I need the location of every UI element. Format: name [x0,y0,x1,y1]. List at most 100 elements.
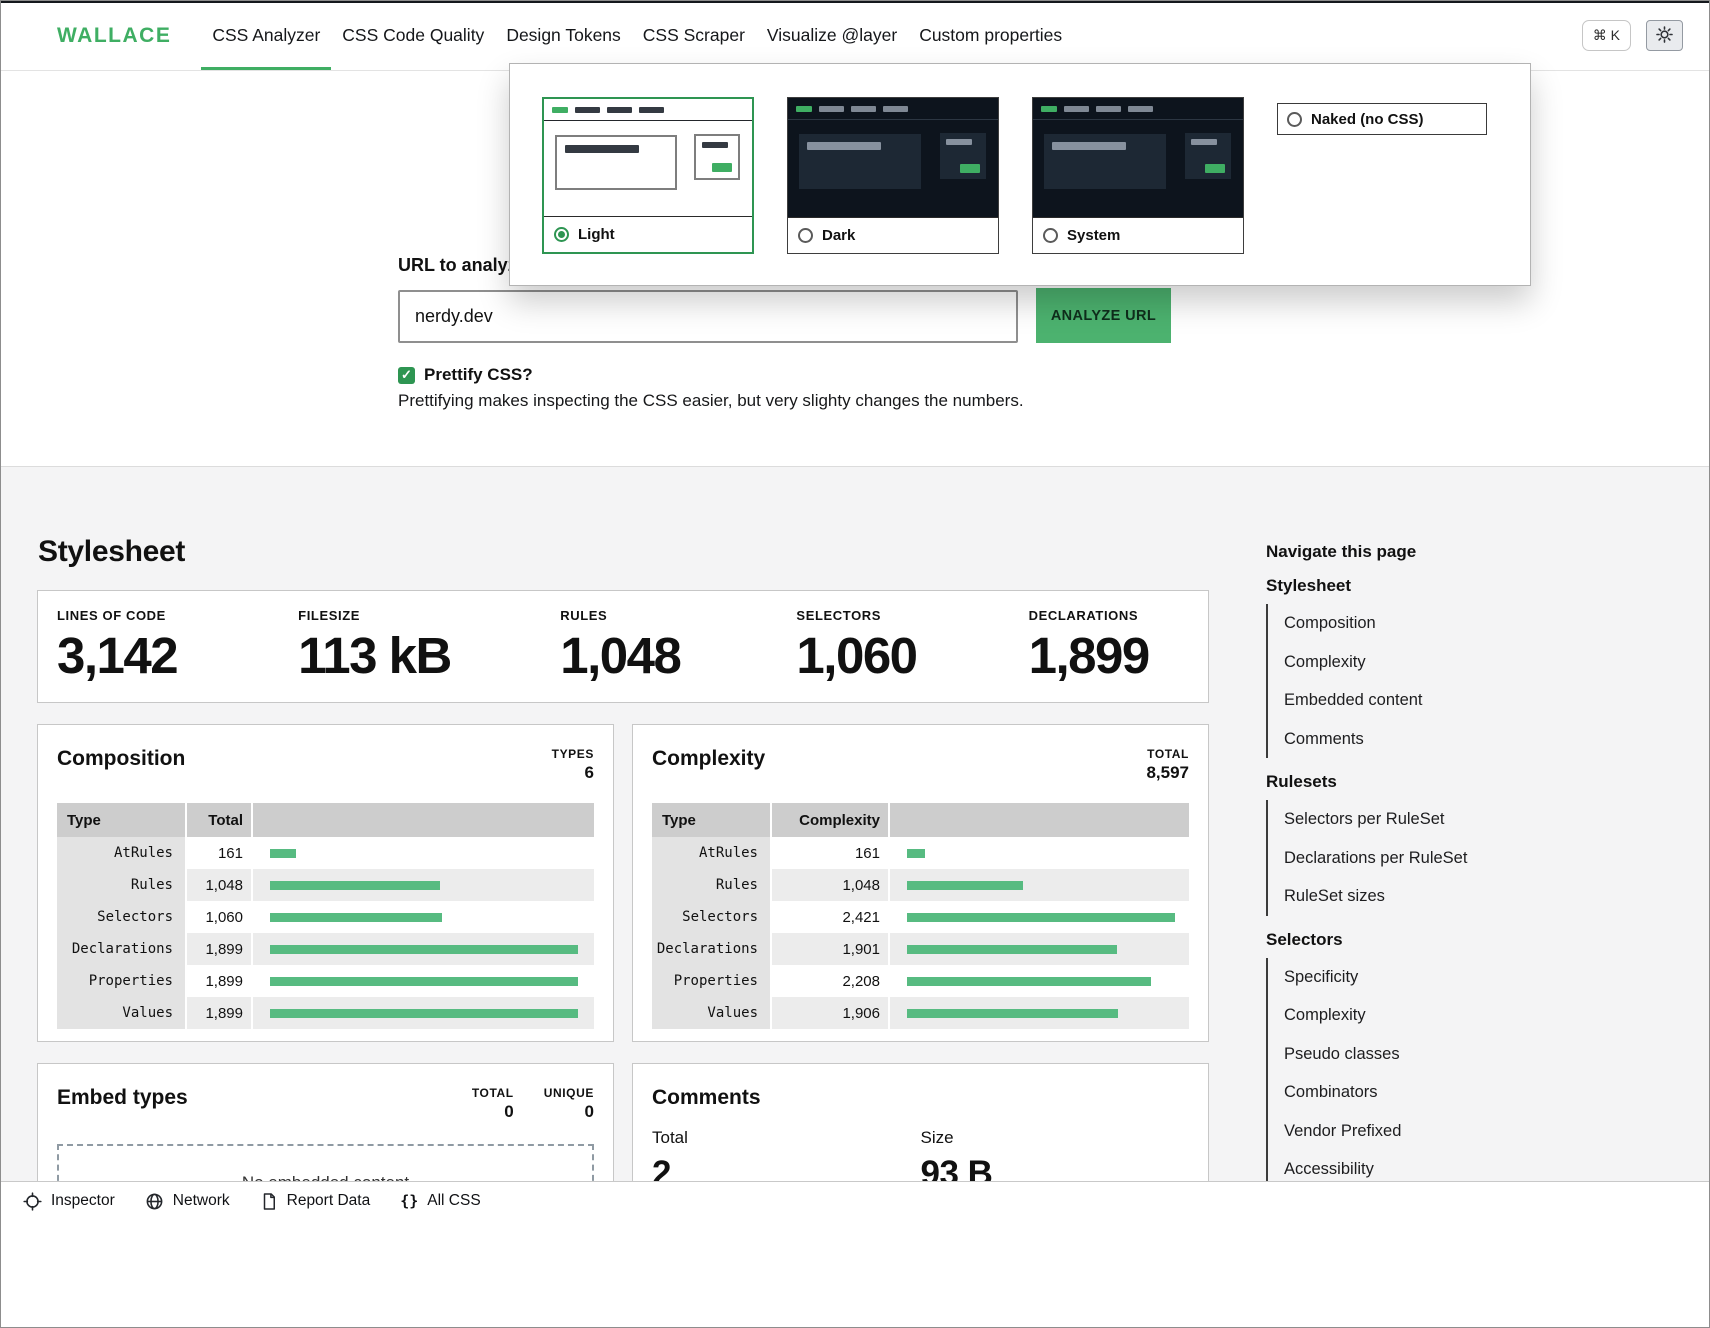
dark-radio[interactable] [798,228,813,243]
all-css-icon: {} [400,1192,418,1210]
row-bar-cell [253,901,594,933]
column-header-complexity: Complexity [772,803,890,837]
analyze-url-button[interactable]: ANALYZE URL [1036,288,1171,343]
card-head: Comments [652,1086,1189,1110]
command-k-shortcut-button[interactable]: ⌘ K [1582,20,1631,51]
tab-label: Report Data [287,1192,371,1210]
row-value: 1,899 [187,933,253,965]
table-row: Rules 1,048 [57,869,594,901]
preview-logo-bar [1041,106,1057,112]
row-type: Values [652,997,772,1029]
complexity-table: Type Complexity AtRules 161 Rules 1,048 [652,803,1189,1029]
theme-option-system[interactable]: System [1032,97,1244,254]
page-nav-heading: Rulesets [1266,772,1686,792]
preview-navbar [544,99,752,121]
row-type: Selectors [652,901,772,933]
table-row: Selectors 1,060 [57,901,594,933]
page-nav-item-embedded-content[interactable]: Embedded content [1284,681,1686,720]
preview-nav-bar [883,106,908,112]
theme-toggle-button[interactable] [1646,20,1683,51]
prettify-checkbox[interactable]: ✓ [398,367,415,384]
page-nav-item-complexity[interactable]: Complexity [1284,643,1686,682]
nav-item-design-tokens[interactable]: Design Tokens [495,1,631,70]
composition-meta: TYPES 6 [552,747,594,783]
preview-body [1033,120,1243,217]
url-label: URL to analyze [398,255,527,276]
meta-label: TYPES [552,747,594,761]
row-type: Values [57,997,187,1029]
row-type: Rules [652,869,772,901]
preview-button [712,163,732,172]
nav-item-css-analyzer[interactable]: CSS Analyzer [201,1,331,70]
prettify-label: Prettify CSS? [424,365,533,385]
page-nav-item-comments[interactable]: Comments [1284,720,1686,759]
row-bar-cell [253,965,594,997]
stat-label: RULES [560,608,796,623]
page-nav-item-declarations-per-ruleset[interactable]: Declarations per RuleSet [1284,839,1686,878]
card-head: Embed types TOTAL 0 UNIQUE 0 [57,1086,594,1122]
page-nav-item-composition[interactable]: Composition [1284,604,1686,643]
page-nav-item-complexity[interactable]: Complexity [1284,996,1686,1035]
preview-nav-bar [639,107,664,113]
stat-value: 1,060 [796,626,1028,685]
complexity-title: Complexity [652,747,765,771]
card-head: Complexity TOTAL 8,597 [652,747,1189,783]
composition-card: Composition TYPES 6 Type Total AtRules 1… [37,724,614,1042]
row-value: 1,048 [772,869,890,901]
preview-button [960,164,980,173]
page-nav-items: SpecificityComplexityPseudo classesCombi… [1266,958,1686,1182]
embed-types-title: Embed types [57,1086,188,1110]
tab-network[interactable]: Network [145,1192,230,1211]
theme-option-light[interactable]: Light [542,97,754,254]
stat-label: SELECTORS [796,608,1028,623]
light-radio[interactable] [554,227,569,242]
composition-table: Type Total AtRules 161 Rules 1,048 S [57,803,594,1029]
naked-radio[interactable] [1287,112,1302,127]
stat-lines-of-code: LINES OF CODE 3,142 [57,608,298,685]
preview-text-bar [807,142,881,150]
wallace-logo: WALLACE [57,24,171,48]
page-nav-item-vendor-prefixed[interactable]: Vendor Prefixed [1284,1112,1686,1151]
nav-item-visualize-layer[interactable]: Visualize @layer [756,1,908,70]
page-nav: Navigate this page Stylesheet Compositio… [1266,542,1686,1181]
page-nav-item-selectors-per-ruleset[interactable]: Selectors per RuleSet [1284,800,1686,839]
nav-item-css-scraper[interactable]: CSS Scraper [632,1,756,70]
theme-label-row: System [1033,217,1243,253]
page-nav-item-combinators[interactable]: Combinators [1284,1073,1686,1112]
row-type: Rules [57,869,187,901]
row-bar-cell [253,933,594,965]
stats-card: LINES OF CODE 3,142 FILESIZE 113 kB RULE… [37,590,1209,703]
page-nav-item-accessibility[interactable]: Accessibility [1284,1150,1686,1181]
nav-item-custom-properties[interactable]: Custom properties [908,1,1073,70]
meta-label: UNIQUE [544,1086,594,1100]
tab-report-data[interactable]: Report Data [260,1192,371,1211]
report-data-icon [260,1192,278,1211]
preview-side-box [1185,133,1231,179]
stat-label: DECLARATIONS [1029,608,1208,623]
theme-option-dark[interactable]: Dark [787,97,999,254]
preview-text-bar [702,142,728,148]
page-nav-items: Selectors per RuleSetDeclarations per Ru… [1266,800,1686,916]
preview-text-bar [946,139,972,145]
nav-item-css-code-quality[interactable]: CSS Code Quality [331,1,495,70]
value-bar [270,881,440,890]
embed-total-meta: TOTAL 0 [472,1086,514,1122]
preview-nav-bar [851,106,876,112]
empty-message: No embedded content [242,1173,409,1181]
page-nav-item-specificity[interactable]: Specificity [1284,958,1686,997]
comments-title: Comments [652,1086,761,1110]
stat-label: LINES OF CODE [57,608,298,623]
page-nav-item-pseudo-classes[interactable]: Pseudo classes [1284,1035,1686,1074]
sun-icon [1655,25,1674,47]
tab-inspector[interactable]: Inspector [23,1192,115,1211]
table-row: Properties 1,899 [57,965,594,997]
system-radio[interactable] [1043,228,1058,243]
row-value: 161 [772,837,890,869]
stat-value: 3,142 [57,626,298,685]
page-nav-item-ruleset-sizes[interactable]: RuleSet sizes [1284,877,1686,916]
preview-input-box [555,135,677,190]
url-input[interactable] [398,290,1018,343]
theme-option-naked[interactable]: Naked (no CSS) [1277,103,1487,135]
tab-all-css[interactable]: {} All CSS [400,1192,480,1210]
value-bar [907,849,925,858]
